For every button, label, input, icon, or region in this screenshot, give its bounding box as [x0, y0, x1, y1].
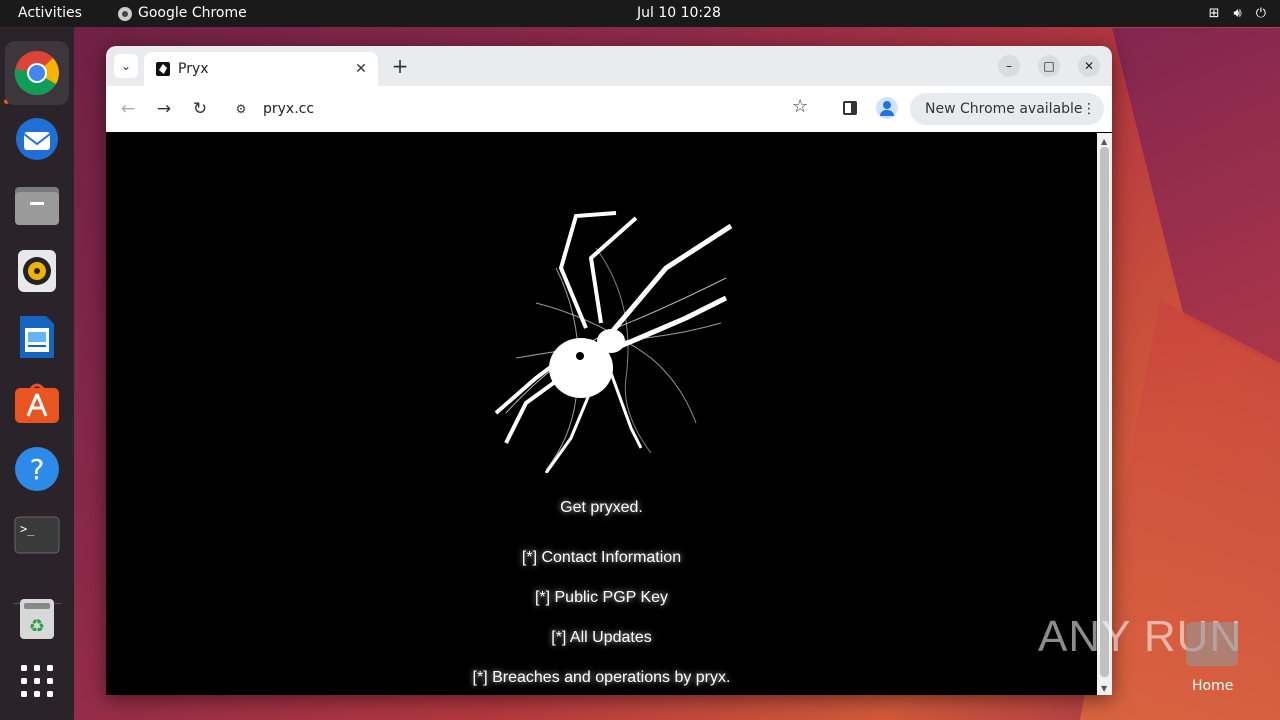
- page-scrollbar[interactable]: ▲ ▼: [1097, 133, 1112, 695]
- thunderbird-icon[interactable]: [13, 115, 61, 163]
- home-label: Home: [1192, 678, 1234, 694]
- close-tab-icon[interactable]: ✕: [352, 60, 370, 78]
- system-tray[interactable]: ⊞ 🔊︎ ⏻: [1209, 0, 1266, 27]
- power-icon: ⏻: [1255, 6, 1266, 21]
- update-label: New Chrome available: [925, 101, 1083, 117]
- trash-icon[interactable]: ♻: [13, 595, 61, 643]
- volume-icon: 🔊︎: [1233, 6, 1242, 21]
- spider-logo: [494, 211, 733, 473]
- app-name: Google Chrome: [138, 5, 247, 21]
- clock[interactable]: Jul 10 10:28: [637, 0, 721, 27]
- bookmark-star-icon[interactable]: ☆: [792, 96, 808, 117]
- side-panel-icon[interactable]: [843, 101, 857, 115]
- svg-text:?: ?: [30, 453, 45, 486]
- maximize-button[interactable]: □: [1038, 55, 1060, 77]
- contact-link[interactable]: [*] Contact Information: [106, 549, 1097, 567]
- site-favicon-icon: [156, 62, 170, 76]
- home-folder-icon[interactable]: [1186, 622, 1238, 666]
- browser-window: ⌄ Pryx ✕ + – □ ✕ ← → ↻ ⚙ pryx.cc ☆ New C…: [106, 46, 1112, 695]
- tagline: Get pryxed.: [560, 499, 643, 516]
- rhythmbox-icon[interactable]: [13, 247, 61, 295]
- top-bar: Activities Google Chrome Jul 10 10:28 ⊞ …: [0, 0, 1280, 27]
- svg-text:♻: ♻: [29, 616, 45, 637]
- tab-search-button[interactable]: ⌄: [114, 54, 138, 78]
- forward-button[interactable]: →: [152, 97, 176, 121]
- chrome-icon[interactable]: [5, 41, 69, 105]
- updates-link[interactable]: [*] All Updates: [106, 629, 1097, 647]
- url-text[interactable]: pryx.cc: [263, 92, 314, 126]
- activities-button[interactable]: Activities: [18, 0, 82, 27]
- more-menu-icon[interactable]: ⋮: [1082, 93, 1096, 125]
- app-menu[interactable]: Google Chrome: [118, 0, 247, 27]
- tab-pryx[interactable]: Pryx ✕: [144, 52, 378, 86]
- tab-title: Pryx: [178, 61, 209, 77]
- svg-text:>_: >_: [20, 522, 35, 536]
- help-icon[interactable]: ?: [13, 445, 61, 493]
- pgp-key-link[interactable]: [*] Public PGP Key: [106, 589, 1097, 607]
- breaches-link[interactable]: [*] Breaches and operations by pryx.: [106, 669, 1097, 687]
- minimize-button[interactable]: –: [998, 55, 1020, 77]
- chrome-small-icon: [118, 6, 132, 21]
- update-chrome-button[interactable]: New Chrome available ⋮: [910, 93, 1104, 125]
- dock: ? >_ ♻: [0, 27, 74, 720]
- new-tab-button[interactable]: +: [388, 54, 412, 78]
- reload-button[interactable]: ↻: [188, 97, 212, 121]
- files-icon[interactable]: [13, 181, 61, 229]
- scroll-thumb[interactable]: [1100, 147, 1109, 677]
- address-bar[interactable]: ⚙ pryx.cc: [224, 92, 824, 126]
- close-window-button[interactable]: ✕: [1078, 55, 1100, 77]
- page-viewport: Get pryxed. [*] Contact Information [*] …: [106, 133, 1097, 695]
- tab-strip: ⌄ Pryx ✕ + – □ ✕: [106, 46, 1112, 86]
- scroll-up-icon[interactable]: ▲: [1101, 137, 1107, 146]
- back-button[interactable]: ←: [116, 97, 140, 121]
- app-center-icon[interactable]: [13, 379, 61, 427]
- writer-icon[interactable]: [13, 313, 61, 361]
- site-info-icon[interactable]: ⚙: [232, 100, 250, 118]
- profile-avatar-icon[interactable]: [876, 97, 898, 119]
- network-icon: ⊞: [1208, 6, 1220, 21]
- terminal-icon[interactable]: >_: [13, 511, 61, 559]
- show-apps-icon[interactable]: [13, 657, 61, 705]
- scroll-down-icon[interactable]: ▼: [1101, 684, 1107, 693]
